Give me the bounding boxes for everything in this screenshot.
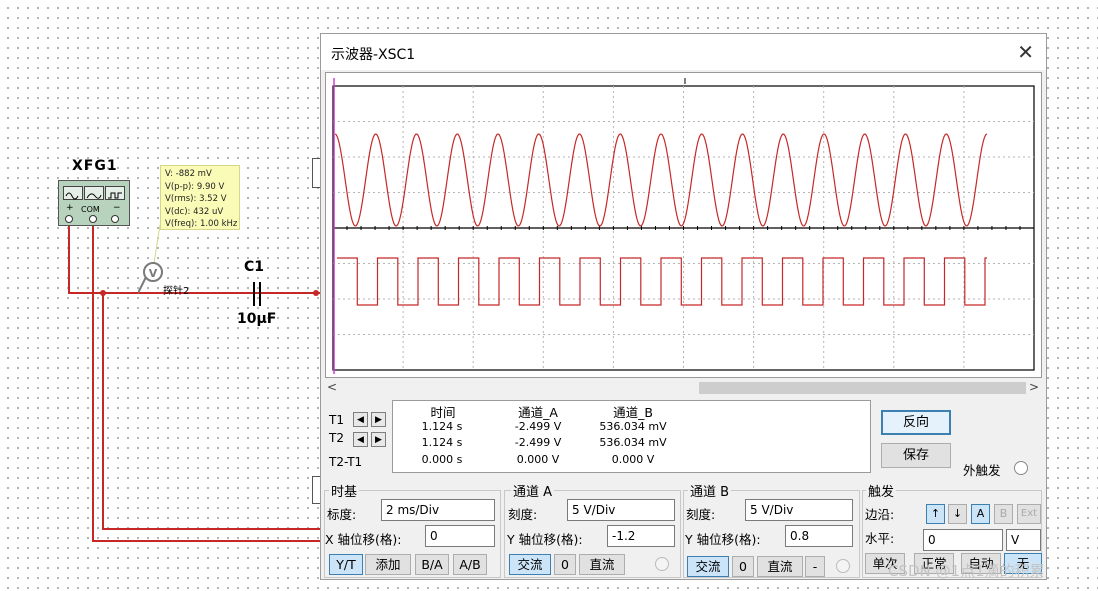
scope-screen[interactable] xyxy=(325,72,1042,378)
mode-yt-button[interactable]: Y/T xyxy=(329,554,363,575)
trigger-source-b-button[interactable]: B xyxy=(994,504,1013,524)
close-icon[interactable]: ✕ xyxy=(1017,40,1034,64)
readout-t1-b: 536.034 mV xyxy=(599,420,667,433)
horizontal-scrollbar[interactable]: < > xyxy=(325,380,1042,396)
probe-reading-vdc: V(dc): 432 uV xyxy=(165,206,224,217)
plus-terminal[interactable] xyxy=(65,215,73,223)
cursor-readout-panel: 时间 通道_A 通道_B 1.124 s -2.499 V 536.034 mV… xyxy=(392,400,871,473)
channel-a-ypos-label: Y 轴位移(格): xyxy=(507,532,583,547)
minus-terminal-label: − xyxy=(113,203,121,213)
trigger-edge-label: 边沿: xyxy=(865,507,895,522)
trigger-level-field[interactable]: 0 xyxy=(923,529,1003,551)
readout-t1-a: -2.499 V xyxy=(514,420,562,433)
falling-edge-icon[interactable]: ↓ xyxy=(948,504,967,524)
com-terminal-label: COM xyxy=(81,205,100,214)
probe-reading-v: V: -882 mV xyxy=(165,169,212,179)
t2-right-arrow-icon[interactable]: ▶ xyxy=(371,432,386,447)
channel-b-dc-button[interactable]: 直流 xyxy=(757,556,803,577)
save-button[interactable]: 保存 xyxy=(881,443,951,468)
readout-header-time: 时间 xyxy=(430,405,456,420)
x-position-field[interactable]: 0 xyxy=(425,525,495,547)
capacitor-value: 10µF xyxy=(237,311,277,327)
trigger-level-label: 水平: xyxy=(865,531,895,546)
external-trigger-terminal[interactable] xyxy=(1014,461,1028,475)
channel-b-zero-button[interactable]: 0 xyxy=(732,556,754,577)
timebase-scale-label: 标度: xyxy=(327,507,357,522)
external-trigger-label: 外触发 xyxy=(963,463,1001,478)
watermark: CSDN @1点1滴的积累 xyxy=(888,562,1045,580)
trigger-source-a-button[interactable]: A xyxy=(971,504,990,524)
capacitor-symbol[interactable] xyxy=(246,281,268,307)
channel-b-title: 通道 B xyxy=(688,481,732,500)
oscilloscope-window: 示波器-XSC1 ✕ < > T1 ◀ ▶ T2 ◀ ▶ T2-T1 时间 通道… xyxy=(320,33,1047,580)
readout-header-channel-a: 通道_A xyxy=(518,405,558,420)
plus-terminal-label: + xyxy=(66,203,74,213)
capacitor-name: C1 xyxy=(244,259,265,275)
channel-b-minus-button[interactable]: - xyxy=(805,556,825,577)
trigger-source-ext-button[interactable]: Ext xyxy=(1017,504,1041,524)
scroll-right-icon[interactable]: > xyxy=(1029,380,1039,394)
t1-label: T1 xyxy=(329,413,344,427)
t1-right-arrow-icon[interactable]: ▶ xyxy=(371,412,386,427)
mode-ba-button[interactable]: B/A xyxy=(415,554,449,575)
mode-ab-button[interactable]: A/B xyxy=(453,554,487,575)
timebase-title: 时基 xyxy=(329,481,360,500)
t2-label: T2 xyxy=(329,431,344,445)
scroll-left-icon[interactable]: < xyxy=(327,380,337,394)
trigger-title: 触发 xyxy=(866,481,897,500)
readout-t2-a: -2.499 V xyxy=(514,436,562,449)
sine-wave-icon xyxy=(63,186,83,200)
t1-left-arrow-icon[interactable]: ◀ xyxy=(353,412,368,427)
x-position-label: X 轴位移(格): xyxy=(325,532,402,547)
triangle-wave-icon xyxy=(84,186,104,200)
readout-diff-b: 0.000 V xyxy=(611,453,655,466)
trigger-level-unit[interactable]: V xyxy=(1006,529,1041,551)
channel-b-terminal[interactable] xyxy=(836,559,850,573)
channel-b-scale-label: 刻度: xyxy=(686,507,716,522)
channel-b-ac-button[interactable]: 交流 xyxy=(687,556,729,577)
channel-a-terminal[interactable] xyxy=(655,557,669,571)
channel-b-ypos-field[interactable]: 0.8 xyxy=(785,525,853,547)
mode-add-button[interactable]: 添加 xyxy=(365,554,411,575)
voltage-probe-icon[interactable]: V xyxy=(143,262,163,282)
function-generator[interactable]: + COM − xyxy=(58,180,130,226)
probe-reading-vpp: V(p-p): 9.90 V xyxy=(165,181,225,192)
readout-header-channel-b: 通道_B xyxy=(613,405,653,420)
channel-a-zero-button[interactable]: 0 xyxy=(554,554,576,575)
channel-a-scale-label: 刻度: xyxy=(508,507,538,522)
com-terminal[interactable] xyxy=(89,215,97,223)
window-title: 示波器-XSC1 xyxy=(331,47,416,63)
channel-a-scale-field[interactable]: 5 V/Div xyxy=(567,499,675,521)
minus-terminal[interactable] xyxy=(111,215,119,223)
t2-t1-label: T2-T1 xyxy=(329,455,363,469)
probe-reading-freq: V(freq): 1.00 kHz xyxy=(165,219,238,229)
channel-a-ypos-field[interactable]: -1.2 xyxy=(607,525,675,547)
probe-readout: V: -882 mV V(p-p): 9.90 V V(rms): 3.52 V… xyxy=(160,165,240,230)
probe-label: 探针2 xyxy=(163,286,190,297)
timebase-scale-field[interactable]: 2 ms/Div xyxy=(381,499,495,521)
channel-a-ac-button[interactable]: 交流 xyxy=(509,554,551,575)
channel-a-title: 通道 A xyxy=(511,481,555,500)
rising-edge-icon[interactable]: ↑ xyxy=(926,504,945,524)
readout-diff-a: 0.000 V xyxy=(516,453,560,466)
channel-b-scale-field[interactable]: 5 V/Div xyxy=(745,499,853,521)
probe-reading-vrms: V(rms): 3.52 V xyxy=(165,194,227,204)
function-generator-label: XFG1 xyxy=(72,158,118,174)
channel-a-dc-button[interactable]: 直流 xyxy=(579,554,625,575)
scroll-thumb[interactable] xyxy=(699,382,1026,394)
channel-b-ypos-label: Y 轴位移(格): xyxy=(685,532,761,547)
readout-diff-time: 0.000 s xyxy=(421,453,463,466)
title-bar[interactable]: 示波器-XSC1 ✕ xyxy=(321,34,1046,70)
readout-t1-time: 1.124 s xyxy=(421,420,463,433)
readout-t2-time: 1.124 s xyxy=(421,436,463,449)
invert-button[interactable]: 反向 xyxy=(881,410,951,435)
waveform-display xyxy=(331,78,1038,374)
readout-t2-b: 536.034 mV xyxy=(599,436,667,449)
square-wave-icon xyxy=(105,186,125,200)
t2-left-arrow-icon[interactable]: ◀ xyxy=(353,432,368,447)
